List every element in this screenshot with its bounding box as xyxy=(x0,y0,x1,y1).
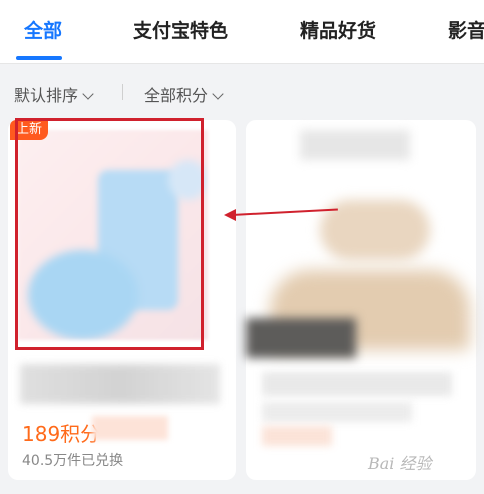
category-tab-bar: 全部 支付宝特色 精品好货 影音 xyxy=(0,0,484,64)
tab-audio-video[interactable]: 影音 xyxy=(448,16,484,43)
product-2-header-blurred xyxy=(300,130,410,160)
annotation-highlight-box xyxy=(15,118,204,350)
chevron-down-icon xyxy=(82,88,94,100)
points-filter-label: 全部积分 xyxy=(144,86,209,105)
tab-alipay-featured[interactable]: 支付宝特色 xyxy=(133,16,228,43)
points-filter-dropdown[interactable]: 全部积分 xyxy=(144,82,224,106)
annotation-arrowhead xyxy=(224,209,236,221)
active-tab-indicator xyxy=(16,56,62,60)
product-2-image-dark-part xyxy=(246,318,356,358)
product-title-blurred xyxy=(20,364,220,404)
filter-divider xyxy=(122,84,123,100)
product-2-subtitle-blurred xyxy=(262,402,412,422)
exchanged-count: 40.5万件已兑换 xyxy=(22,453,124,469)
filter-bar: 默认排序 全部积分 xyxy=(0,64,484,120)
product-2-price-blurred xyxy=(262,426,332,446)
chevron-down-icon xyxy=(212,88,224,100)
product-2-title-blurred xyxy=(262,372,452,396)
price-extra-blurred xyxy=(92,416,168,440)
sort-label: 默认排序 xyxy=(14,86,79,105)
product-price: 189积分 xyxy=(22,422,101,446)
watermark: Bai 经验 xyxy=(368,454,432,473)
tab-quality-goods[interactable]: 精品好货 xyxy=(300,16,376,43)
sort-dropdown[interactable]: 默认排序 xyxy=(14,82,94,106)
tab-all[interactable]: 全部 xyxy=(24,16,62,43)
